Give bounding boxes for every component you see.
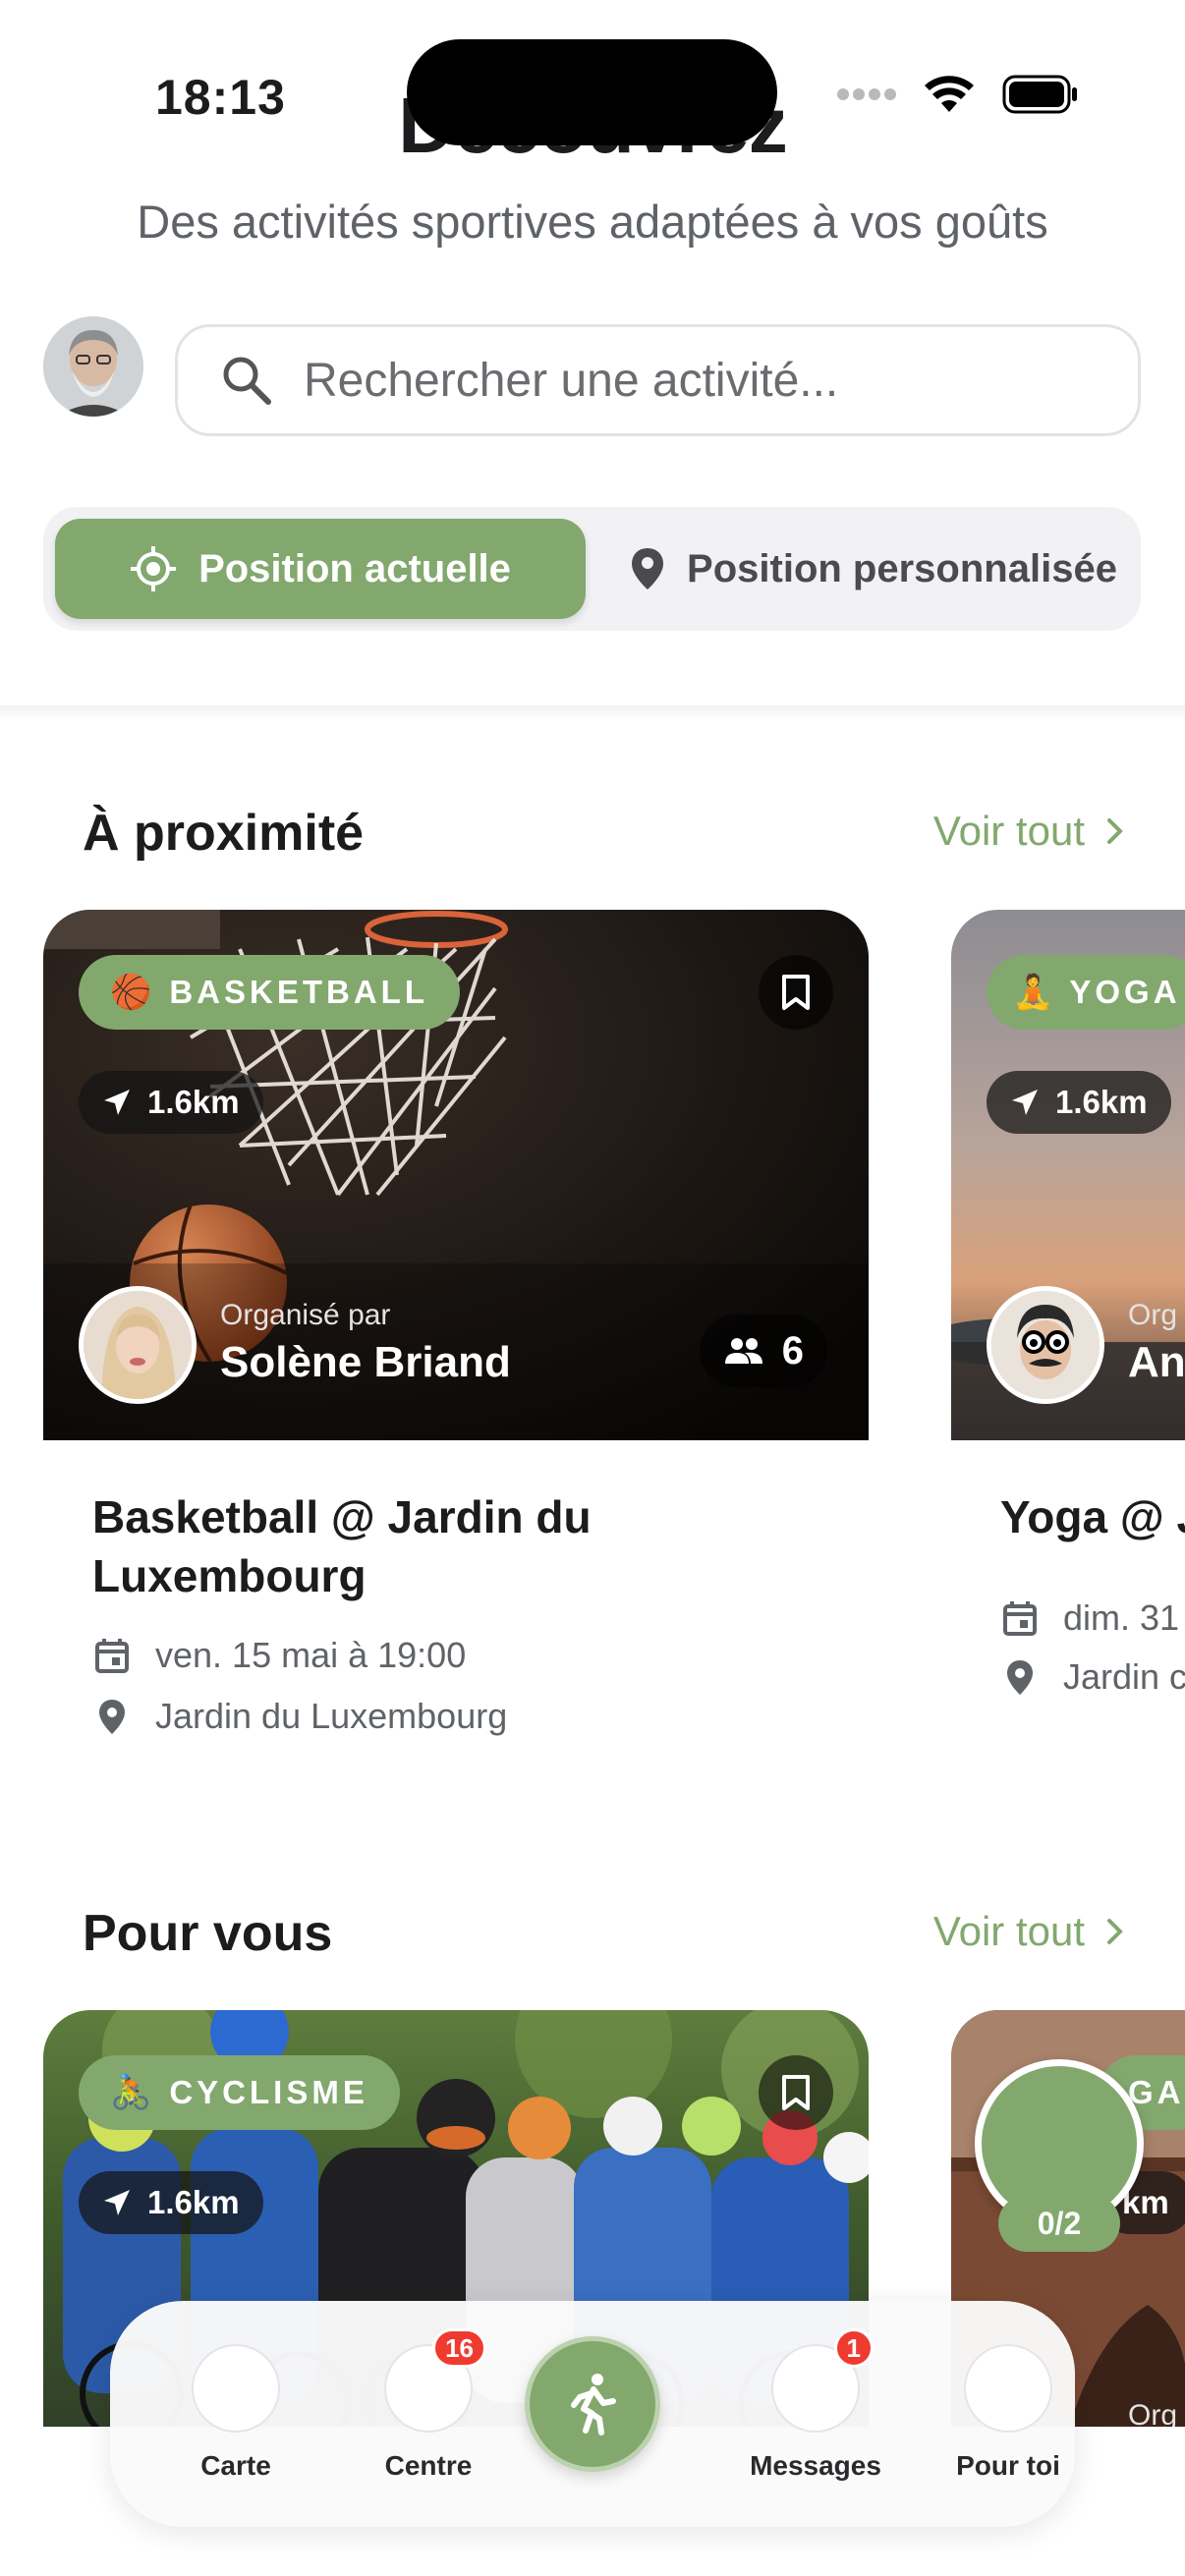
activity-location: Jardin c	[1000, 1656, 1185, 1698]
organizer-name: Solène Briand	[220, 1338, 511, 1386]
sport-tag-label: YOGA	[1069, 974, 1181, 1010]
participants-count: 6	[781, 1328, 804, 1372]
custom-location-label: Position personnalisée	[687, 546, 1117, 590]
activity-image: 🧘 YOGA 1.6km Org An	[951, 910, 1185, 1440]
see-all-for-you-link[interactable]: Voir tout	[933, 1908, 1124, 1955]
nav-item-centre[interactable]: 16 Centre	[350, 2328, 507, 2482]
progress-label: 0/2	[998, 2195, 1120, 2252]
search-input[interactable]	[304, 353, 1129, 408]
nav-item-pour-toi[interactable]: Pour toi	[930, 2344, 1087, 2482]
nav-label: Carte	[200, 2450, 271, 2481]
map-tab-icon	[192, 2344, 280, 2433]
activity-date: dim. 31	[1000, 1597, 1179, 1639]
cyclist-icon: 🚴	[110, 2074, 152, 2111]
section-title-nearby: À proximité	[83, 805, 365, 862]
bookmark-icon	[782, 975, 810, 1010]
crosshair-icon	[131, 546, 177, 591]
see-all-label: Voir tout	[932, 1908, 1085, 1954]
basketball-icon: 🏀	[110, 974, 152, 1011]
organizer-name: An	[1128, 1338, 1185, 1386]
chevron-right-icon	[1107, 1919, 1123, 1944]
see-all-nearby-link[interactable]: Voir tout	[933, 808, 1124, 855]
search-icon	[223, 357, 271, 405]
distance-badge: 1.6km	[79, 2171, 263, 2234]
start-activity-button[interactable]	[525, 2336, 660, 2472]
bottom-navigation: Carte 16 Centre 1 Messages Pour toi	[110, 2301, 1075, 2527]
see-all-label: Voir tout	[932, 808, 1085, 854]
nav-item-carte[interactable]: Carte	[157, 2344, 314, 2482]
bookmark-button[interactable]	[759, 2055, 833, 2130]
activity-date: ven. 15 mai à 19:00	[92, 1635, 466, 1676]
participants-badge: 6	[699, 1315, 827, 1387]
notification-badge: 16	[432, 2328, 486, 2368]
calendar-icon	[1003, 1601, 1037, 1636]
organizer-avatar[interactable]	[79, 1286, 197, 1404]
map-pin-icon	[1007, 1660, 1033, 1695]
location-toggle: Position actuelle Position personnalisée	[43, 507, 1141, 631]
organizer-caption: Organisé par	[220, 1299, 391, 1331]
nav-item-messages[interactable]: 1 Messages	[737, 2328, 894, 2482]
sport-tag-label: BASKETBALL	[169, 974, 428, 1010]
organizer-caption: Org	[1128, 2399, 1178, 2427]
yoga-icon: 🧘	[1012, 974, 1054, 1011]
activity-location-label: Jardin du Luxembourg	[155, 1696, 508, 1736]
distance-label: 1.6km	[147, 1084, 240, 1120]
activity-location-label: Jardin c	[1063, 1656, 1185, 1697]
activity-title: Yoga @ J	[1000, 1491, 1185, 1542]
notification-badge: 1	[833, 2328, 874, 2368]
bookmark-icon	[782, 2075, 810, 2110]
activity-image: 🏀 BASKETBALL 1.6km Organisé par Solène B…	[43, 910, 869, 1440]
activity-date-label: ven. 15 mai à 19:00	[155, 1635, 467, 1675]
header-divider	[0, 705, 1185, 721]
navigation-arrow-icon	[104, 1090, 130, 1115]
messages-tab-icon: 1	[771, 2328, 874, 2433]
sport-tag: 🚴 CYCLISME	[79, 2055, 400, 2130]
distance-label: 1.6km	[1055, 1084, 1148, 1120]
activity-date-label: dim. 31	[1063, 1597, 1180, 1638]
current-location-button[interactable]: Position actuelle	[55, 519, 586, 619]
center-tab-icon: 16	[384, 2328, 486, 2433]
activity-location: Jardin du Luxembourg	[92, 1696, 507, 1737]
current-location-label: Position actuelle	[198, 546, 511, 590]
calendar-icon	[95, 1639, 129, 1673]
navigation-arrow-icon	[1012, 1090, 1038, 1115]
sport-tag: 🏀 BASKETBALL	[79, 955, 460, 1030]
custom-location-button[interactable]: Position personnalisée	[613, 519, 1134, 619]
dynamic-island	[407, 39, 777, 145]
nav-label: Pour toi	[956, 2450, 1060, 2481]
search-field[interactable]	[175, 324, 1141, 436]
distance-badge: 1.6km	[987, 1071, 1171, 1134]
chevron-right-icon	[1107, 818, 1123, 844]
sport-tag: 🧘 YOGA	[987, 955, 1185, 1030]
map-pin-icon	[99, 1700, 125, 1734]
nav-label: Centre	[384, 2450, 473, 2481]
people-icon	[724, 1338, 762, 1364]
activity-title: Basketball @ Jardin du Luxembourg	[92, 1491, 592, 1601]
activity-card[interactable]: 🏀 BASKETBALL 1.6km Organisé par Solène B…	[43, 910, 869, 1736]
activity-card[interactable]: 🧘 YOGA 1.6km Org An Yoga @ J dim. 31 Jar…	[951, 910, 1185, 1697]
organizer-avatar[interactable]	[987, 1286, 1104, 1404]
user-avatar[interactable]	[43, 316, 143, 417]
section-title-for-you: Pour vous	[83, 1905, 333, 1962]
nav-label: Messages	[750, 2450, 881, 2481]
distance-badge: 1.6km	[79, 1071, 263, 1134]
running-person-icon	[571, 2374, 616, 2436]
bookmark-button[interactable]	[759, 955, 833, 1030]
page-subtitle: Des activités sportives adaptées à vos g…	[137, 196, 1048, 248]
for-you-tab-icon	[964, 2344, 1052, 2433]
navigation-arrow-icon	[104, 2190, 130, 2215]
map-pin-icon	[632, 548, 664, 589]
challenge-progress[interactable]: 0/2	[975, 2059, 1144, 2256]
organizer-caption: Org	[1128, 1299, 1178, 1331]
distance-label: 1.6km	[147, 2184, 240, 2220]
sport-tag-label: CYCLISME	[169, 2074, 368, 2110]
